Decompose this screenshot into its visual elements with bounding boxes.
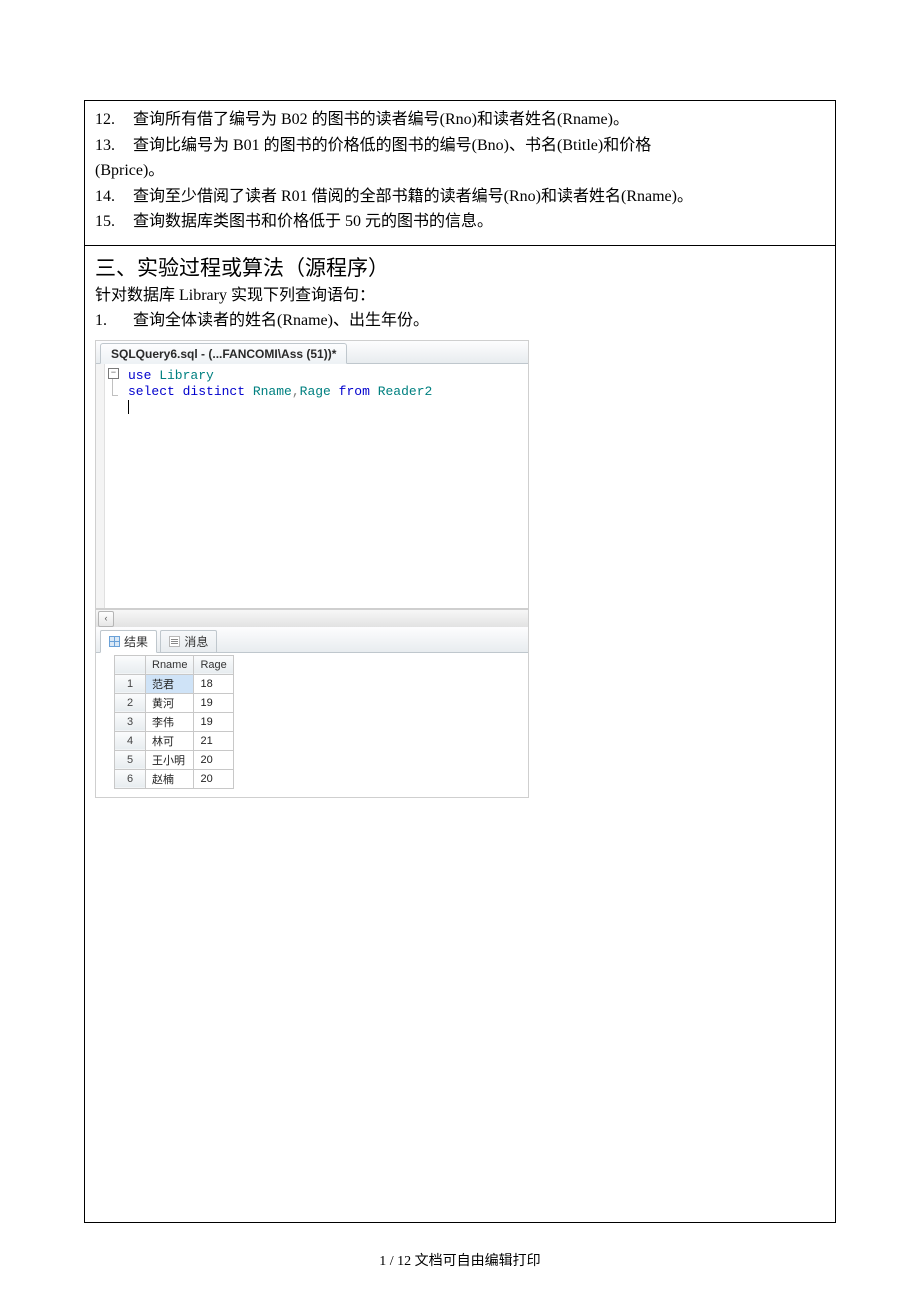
results-grid-wrap: Rname Rage 1 范君 18 xyxy=(96,653,528,797)
table-row[interactable]: 5 王小明 20 xyxy=(115,750,234,769)
col-rname[interactable]: Rname xyxy=(146,655,194,674)
editor-tabstrip: SQLQuery6.sql - (...FANCOMI\Ass (51))* xyxy=(96,341,528,364)
horizontal-scrollbar[interactable]: ‹ xyxy=(96,609,528,627)
grid-icon xyxy=(109,636,120,647)
table-row[interactable]: 2 黄河 19 xyxy=(115,693,234,712)
fold-guide xyxy=(112,379,113,395)
question-12: 12. 查询所有借了编号为 B02 的图书的读者编号(Rno)和读者姓名(Rna… xyxy=(95,107,825,133)
section-title: 三、实验过程或算法（源程序） xyxy=(95,252,825,282)
cell-rage[interactable]: 20 xyxy=(194,750,233,769)
kw-distinct: distinct xyxy=(175,384,245,399)
cell-rname[interactable]: 范君 xyxy=(146,674,194,693)
question-text: 查询所有借了编号为 B02 的图书的读者编号(Rno)和读者姓名(Rname)。 xyxy=(133,107,825,133)
question-text: 查询至少借阅了读者 R01 借阅的全部书籍的读者编号(Rno)和读者姓名(Rna… xyxy=(133,184,825,210)
results-tabstrip: 结果 消息 xyxy=(96,627,528,653)
ident-rage: Rage xyxy=(300,384,339,399)
questions-cell: 12. 查询所有借了编号为 B02 的图书的读者编号(Rno)和读者姓名(Rna… xyxy=(85,101,835,246)
col-rage[interactable]: Rage xyxy=(194,655,233,674)
row-number: 1 xyxy=(115,674,146,693)
row-number: 5 xyxy=(115,750,146,769)
cell-rage[interactable]: 21 xyxy=(194,731,233,750)
cell-rage[interactable]: 19 xyxy=(194,693,233,712)
question-number: 14. xyxy=(95,184,123,210)
tab-messages-label: 消息 xyxy=(184,633,208,650)
content-frame: 12. 查询所有借了编号为 B02 的图书的读者编号(Rno)和读者姓名(Rna… xyxy=(84,100,836,1223)
section-intro: 针对数据库 Library 实现下列查询语句： xyxy=(95,284,825,309)
editor-gutter xyxy=(96,364,105,608)
cell-rname[interactable]: 李伟 xyxy=(146,712,194,731)
table-row[interactable]: 4 林可 21 xyxy=(115,731,234,750)
page: 12. 查询所有借了编号为 B02 的图书的读者编号(Rno)和读者姓名(Rna… xyxy=(0,0,920,1300)
sub-question-1: 1. 查询全体读者的姓名(Rname)、出生年份。 xyxy=(95,309,825,334)
question-number: 1. xyxy=(95,309,123,334)
tab-results-label: 结果 xyxy=(124,633,148,650)
question-14: 14. 查询至少借阅了读者 R01 借阅的全部书籍的读者编号(Rno)和读者姓名… xyxy=(95,184,825,210)
cell-rage[interactable]: 19 xyxy=(194,712,233,731)
tab-results[interactable]: 结果 xyxy=(100,630,157,653)
cell-rname[interactable]: 林可 xyxy=(146,731,194,750)
question-text: 查询数据库类图书和价格低于 50 元的图书的信息。 xyxy=(133,209,825,235)
table-row[interactable]: 1 范君 18 xyxy=(115,674,234,693)
grid-corner xyxy=(115,655,146,674)
fold-toggle-icon[interactable]: − xyxy=(108,368,119,379)
kw-select: select xyxy=(128,384,175,399)
kw-from: from xyxy=(339,384,370,399)
question-15: 15. 查询数据库类图书和价格低于 50 元的图书的信息。 xyxy=(95,209,825,235)
tab-messages[interactable]: 消息 xyxy=(160,630,217,653)
question-number: 15. xyxy=(95,209,123,235)
question-list: 12. 查询所有借了编号为 B02 的图书的读者编号(Rno)和读者姓名(Rna… xyxy=(95,107,825,235)
results-grid[interactable]: Rname Rage 1 范君 18 xyxy=(114,655,234,789)
comma: , xyxy=(292,384,300,399)
fold-guide-end xyxy=(112,395,118,396)
question-13-cont: (Bprice)。 xyxy=(95,158,825,184)
table-row[interactable]: 6 赵楠 20 xyxy=(115,769,234,788)
code-line-2: select distinct Rname,Rage from Reader2 xyxy=(106,384,522,400)
cell-rname[interactable]: 黄河 xyxy=(146,693,194,712)
question-text: 查询比编号为 B01 的图书的价格低的图书的编号(Bno)、书名(Btitle)… xyxy=(133,133,825,159)
table-row[interactable]: 3 李伟 19 xyxy=(115,712,234,731)
editor-tab[interactable]: SQLQuery6.sql - (...FANCOMI\Ass (51))* xyxy=(100,343,347,364)
row-number: 6 xyxy=(115,769,146,788)
grid-body: 1 范君 18 2 黄河 19 3 xyxy=(115,674,234,788)
question-number: 12. xyxy=(95,107,123,133)
scroll-left-arrow-icon[interactable]: ‹ xyxy=(98,611,114,627)
cell-rage[interactable]: 20 xyxy=(194,769,233,788)
page-icon xyxy=(169,636,180,647)
kw-use: use xyxy=(128,368,151,383)
ident-reader2: Reader2 xyxy=(370,384,432,399)
ident-rname: Rname xyxy=(245,384,292,399)
question-number: 13. xyxy=(95,133,123,159)
page-footer: 1 / 12 文档可自由编辑打印 xyxy=(0,1250,920,1270)
code-line-1: use Library xyxy=(106,368,522,384)
solution-cell: 三、实验过程或算法（源程序） 针对数据库 Library 实现下列查询语句： 1… xyxy=(85,246,835,1223)
row-number: 4 xyxy=(115,731,146,750)
row-number: 3 xyxy=(115,712,146,731)
ident-library: Library xyxy=(151,368,213,383)
ssms-screenshot: SQLQuery6.sql - (...FANCOMI\Ass (51))* −… xyxy=(95,340,529,798)
cell-rage[interactable]: 18 xyxy=(194,674,233,693)
sql-editor[interactable]: − use Library select distinct Rname,Rage… xyxy=(96,364,528,609)
grid-header-row: Rname Rage xyxy=(115,655,234,674)
results-panel: 结果 消息 Rname xyxy=(96,627,528,797)
cell-rname[interactable]: 赵楠 xyxy=(146,769,194,788)
cell-rname[interactable]: 王小明 xyxy=(146,750,194,769)
question-13: 13. 查询比编号为 B01 的图书的价格低的图书的编号(Bno)、书名(Bti… xyxy=(95,133,825,159)
question-text: 查询全体读者的姓名(Rname)、出生年份。 xyxy=(133,309,825,334)
text-cursor xyxy=(128,400,129,414)
row-number: 2 xyxy=(115,693,146,712)
